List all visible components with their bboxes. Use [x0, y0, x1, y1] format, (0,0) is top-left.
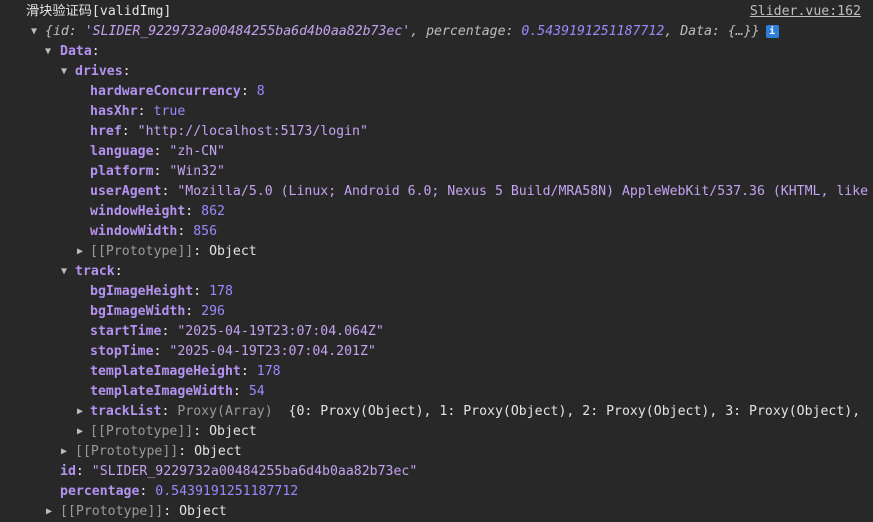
property-value: true	[153, 104, 186, 119]
tree-row-tracklist[interactable]: ▶ trackList: Proxy(Array) {0: Proxy(Obje…	[0, 402, 873, 422]
tree-row: userAgent: "Mozilla/5.0 (Linux; Android …	[90, 184, 869, 199]
tree-row: percentage: 0.5439191251187712	[60, 484, 299, 499]
object-summary: {id: 'SLIDER_9229732a00484255ba6d4b0aa82…	[45, 22, 779, 42]
tree-row: language: "zh-CN"	[90, 144, 225, 159]
summary-id-value: 'SLIDER_9229732a00484255ba6d4b0aa82b73ec…	[84, 24, 411, 39]
tree-row-prototype[interactable]: ▶ [[Prototype]]: Object	[0, 422, 873, 442]
percentage-value: 0.5439191251187712	[155, 484, 299, 499]
tree-row: stopTime: "2025-04-19T23:07:04.201Z"	[90, 344, 376, 359]
summary-open: {id:	[45, 24, 85, 39]
collapsed-triangle-icon[interactable]: ▶	[58, 442, 70, 462]
tree-row: templateImageWidth: 54	[90, 384, 265, 399]
tree-row: bgImageHeight: 178	[90, 284, 233, 299]
object-summary-row[interactable]: ▼ {id: 'SLIDER_9229732a00484255ba6d4b0aa…	[0, 22, 873, 42]
tree-row: id: "SLIDER_9229732a00484255ba6d4b0aa82b…	[60, 464, 418, 479]
tracklist-preview: {0: Proxy(Object), 1: Proxy(Object), 2: …	[288, 404, 861, 419]
collapsed-triangle-icon[interactable]: ▶	[74, 242, 86, 262]
log-message: 滑块验证码[validImg]	[26, 4, 172, 19]
tree-row: platform: "Win32"	[90, 164, 225, 179]
summary-tail: , Data: {…}}	[664, 24, 760, 39]
property-value: 178	[209, 284, 233, 299]
tree-row: href: "http://localhost:5173/login"	[90, 124, 368, 139]
property-key: bgImageHeight	[90, 284, 194, 299]
id-key: id	[60, 464, 76, 479]
property-key: language	[90, 144, 154, 159]
expanded-triangle-icon[interactable]: ▼	[58, 262, 70, 282]
property-value: 296	[201, 304, 225, 319]
prototype-value: Object	[179, 504, 227, 519]
prototype-label: [[Prototype]]	[75, 444, 179, 459]
source-link[interactable]: Slider.vue:162	[750, 2, 861, 22]
tree-row: startTime: "2025-04-19T23:07:04.064Z"	[90, 324, 384, 339]
summary-mid: , percentage:	[410, 24, 522, 39]
property-value: "2025-04-19T23:07:04.201Z"	[169, 344, 376, 359]
property-value: 8	[256, 84, 265, 99]
property-key: bgImageWidth	[90, 304, 186, 319]
property-key: templateImageHeight	[90, 364, 241, 379]
property-value: "Mozilla/5.0 (Linux; Android 6.0; Nexus …	[177, 184, 869, 199]
tree-row-drives[interactable]: ▼ drives:	[0, 62, 873, 82]
property-key: hasXhr	[90, 104, 138, 119]
property-key: templateImageWidth	[90, 384, 233, 399]
collapsed-triangle-icon[interactable]: ▶	[74, 402, 86, 422]
summary-percentage-value: 0.5439191251187712	[521, 24, 665, 39]
tree-row-track[interactable]: ▼ track:	[0, 262, 873, 282]
collapsed-triangle-icon[interactable]: ▶	[74, 422, 86, 442]
expanded-triangle-icon[interactable]: ▼	[58, 62, 70, 82]
prototype-value: Object	[209, 244, 257, 259]
property-value: 54	[248, 384, 265, 399]
property-key: userAgent	[90, 184, 162, 199]
property-key: stopTime	[90, 344, 154, 359]
property-value: "2025-04-19T23:07:04.064Z"	[177, 324, 384, 339]
property-value: 178	[256, 364, 281, 379]
expanded-triangle-icon[interactable]: ▼	[28, 22, 40, 42]
property-key: platform	[90, 164, 154, 179]
drives-key: drives	[75, 64, 123, 79]
property-value: "http://localhost:5173/login"	[137, 124, 368, 139]
tree-row-prototype[interactable]: ▶ [[Prototype]]: Object	[0, 442, 873, 462]
tree-row-prototype[interactable]: ▶ [[Prototype]]: Object	[0, 242, 873, 262]
prototype-value: Object	[209, 424, 257, 439]
info-icon[interactable]: i	[765, 24, 779, 38]
property-key: windowWidth	[90, 224, 178, 239]
data-key: Data	[60, 44, 92, 59]
property-key: href	[90, 124, 122, 139]
prototype-label: [[Prototype]]	[90, 244, 194, 259]
track-key: track	[75, 264, 115, 279]
collapsed-triangle-icon[interactable]: ▶	[43, 502, 55, 522]
property-value: "zh-CN"	[169, 144, 225, 159]
id-value: "SLIDER_9229732a00484255ba6d4b0aa82b73ec…	[91, 464, 418, 479]
tree-row-prototype[interactable]: ▶ [[Prototype]]: Object	[0, 502, 873, 522]
property-key: startTime	[90, 324, 162, 339]
percentage-key: percentage	[60, 484, 140, 499]
tree-row: hardwareConcurrency: 8	[90, 84, 265, 99]
property-key: hardwareConcurrency	[90, 84, 241, 99]
tree-row: hasXhr: true	[90, 104, 186, 119]
property-value: 862	[201, 204, 225, 219]
property-value: "Win32"	[169, 164, 225, 179]
expanded-triangle-icon[interactable]: ▼	[42, 42, 54, 62]
tree-row: windowHeight: 862	[90, 204, 225, 219]
prototype-value: Object	[194, 444, 242, 459]
prototype-label: [[Prototype]]	[60, 504, 164, 519]
prototype-label: [[Prototype]]	[90, 424, 194, 439]
property-key: trackList	[90, 404, 162, 419]
property-value: 856	[193, 224, 218, 239]
tree-row: bgImageWidth: 296	[90, 304, 225, 319]
console-log-line: 滑块验证码[validImg] Slider.vue:162	[0, 2, 873, 22]
tree-row-data[interactable]: ▼ Data:	[0, 42, 873, 62]
tree-row: templateImageHeight: 178	[90, 364, 281, 379]
tracklist-type: Proxy(Array)	[177, 404, 273, 419]
tree-row: windowWidth: 856	[90, 224, 218, 239]
property-key: windowHeight	[90, 204, 186, 219]
